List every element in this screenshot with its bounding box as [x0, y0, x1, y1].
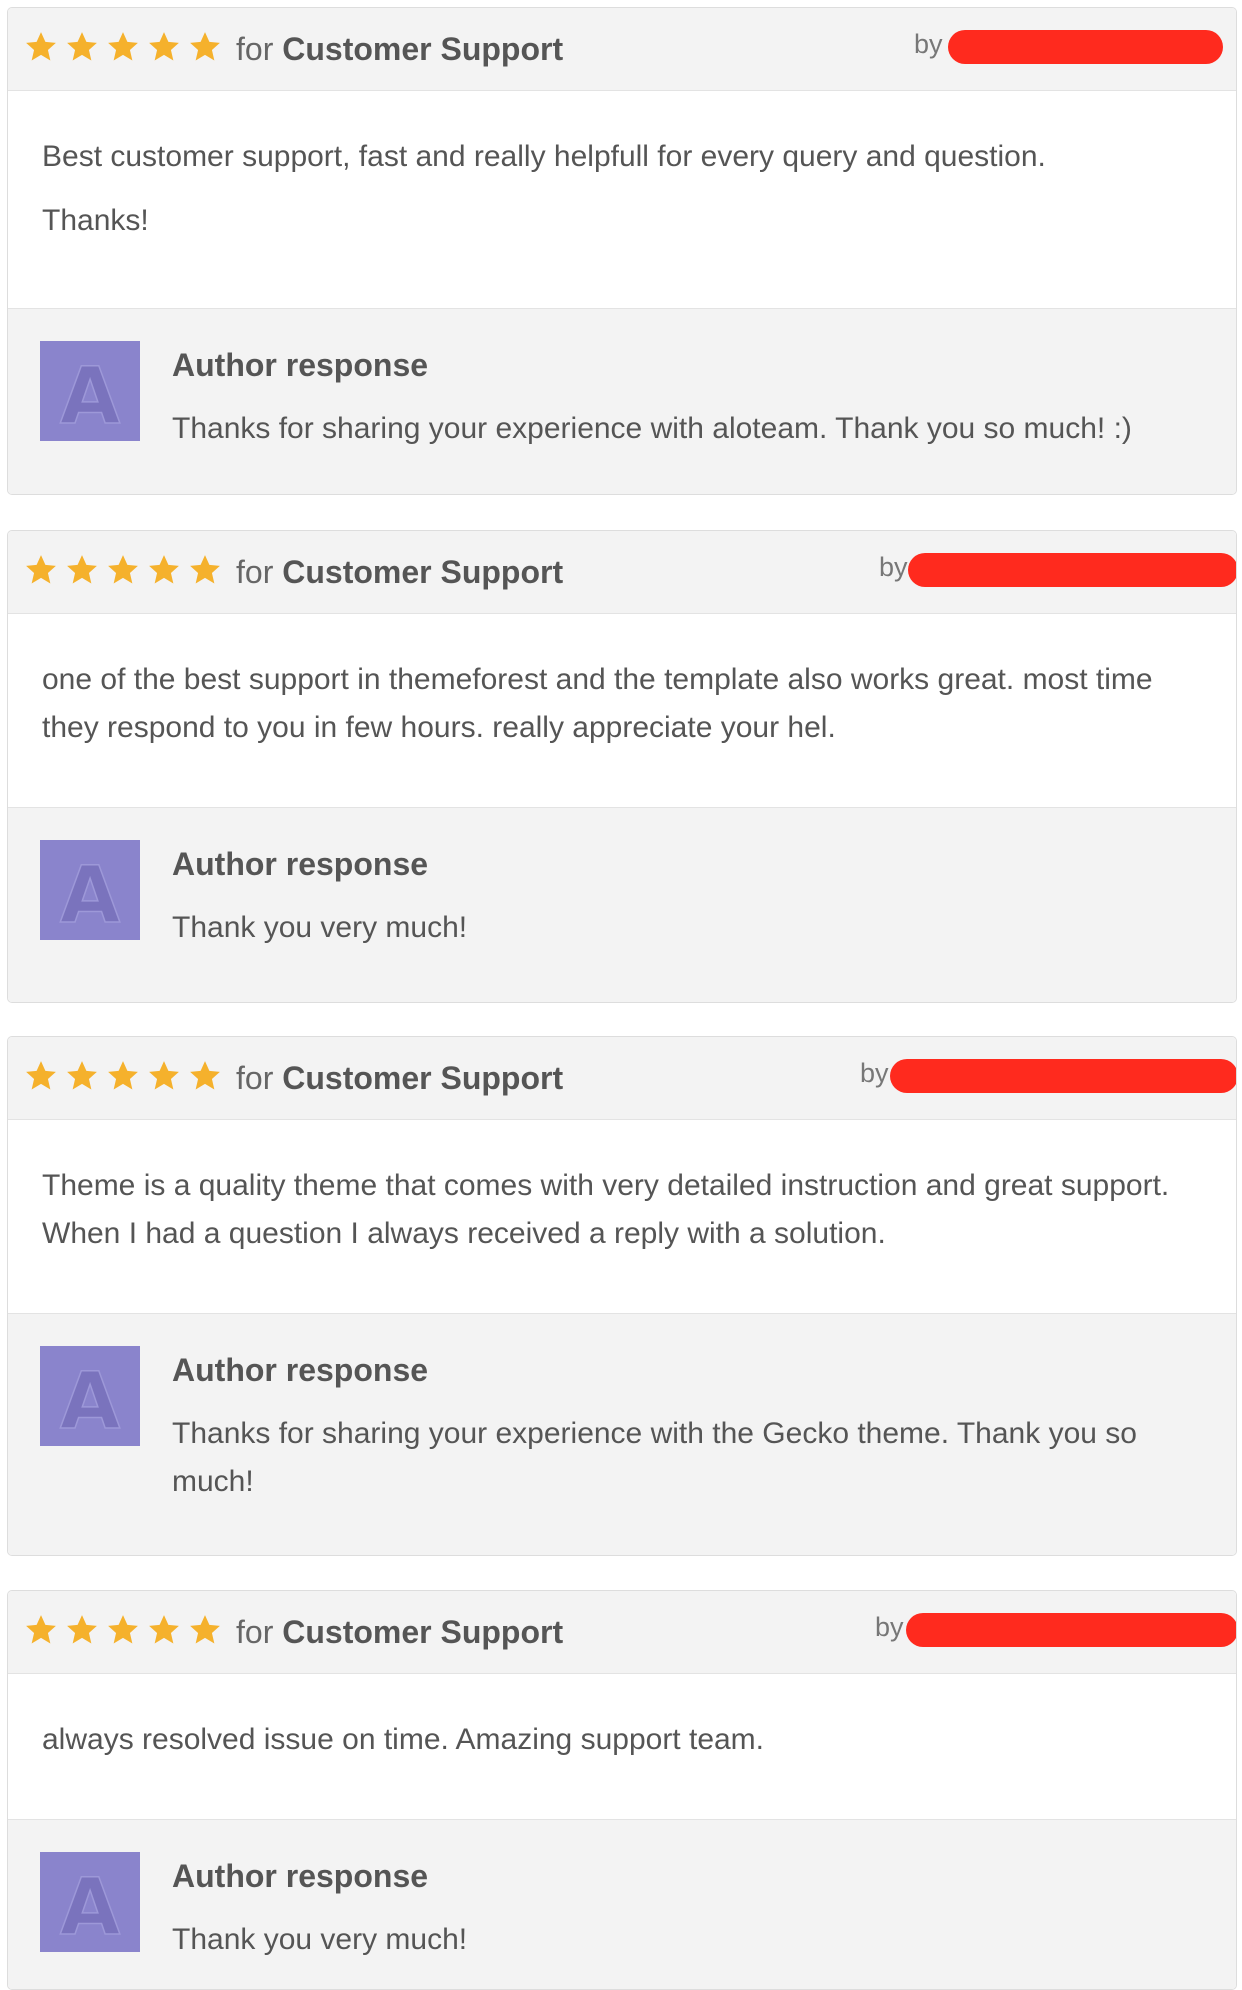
- redacted-username: [908, 553, 1236, 587]
- response-text: Thanks for sharing your experience with …: [172, 1417, 1137, 1498]
- by-label: by: [875, 1612, 904, 1642]
- by-label: by: [879, 552, 908, 582]
- category-label: Customer Support: [282, 31, 564, 67]
- response-text: Thank you very much!: [172, 1923, 468, 1956]
- star-icon: [106, 1059, 140, 1093]
- avatar-letter: A: [60, 352, 120, 441]
- for-prefix: for: [236, 31, 274, 67]
- for-prefix: for: [236, 1614, 274, 1650]
- star-icon: [65, 30, 99, 64]
- category-label: Customer Support: [282, 1614, 564, 1650]
- response-title: Author response: [172, 347, 429, 383]
- review-card: for Customer Support by always resolved …: [7, 1590, 1237, 1990]
- star-icon: [106, 1613, 140, 1647]
- star-icon: [188, 1613, 222, 1647]
- by-label: by: [914, 29, 943, 59]
- author-avatar: A: [40, 840, 140, 940]
- category-label: Customer Support: [282, 1060, 564, 1096]
- response-text: Thanks for sharing your experience with …: [172, 412, 1132, 445]
- star-icon: [24, 1059, 58, 1093]
- review-card: for Customer Support by Theme is a quali…: [7, 1036, 1237, 1556]
- review-text: one of the best support in themeforest a…: [42, 663, 1153, 744]
- star-rating: [24, 1059, 222, 1093]
- star-rating: [24, 553, 222, 587]
- author-avatar: A: [40, 341, 140, 441]
- review-body: always resolved issue on time. Amazing s…: [8, 1674, 1236, 1820]
- star-icon: [65, 1059, 99, 1093]
- redacted-username: [906, 1613, 1236, 1647]
- review-card: for Customer Support by Best customer su…: [7, 7, 1237, 495]
- review-category: for Customer Support: [236, 1612, 563, 1652]
- star-icon: [24, 30, 58, 64]
- avatar-letter: A: [60, 1863, 120, 1952]
- response-title: Author response: [172, 846, 429, 882]
- review-text: Best customer support, fast and really h…: [42, 140, 1046, 173]
- for-prefix: for: [236, 1060, 274, 1096]
- star-icon: [65, 553, 99, 587]
- review-category: for Customer Support: [236, 1058, 563, 1098]
- star-icon: [106, 30, 140, 64]
- review-card: for Customer Support by one of the best …: [7, 530, 1237, 1003]
- author-response: A Author response Thanks for sharing you…: [8, 309, 1236, 494]
- author-response: A Author response Thank you very much!: [8, 808, 1236, 1002]
- category-label: Customer Support: [282, 554, 564, 590]
- author-response: A Author response Thank you very much!: [8, 1820, 1236, 1989]
- response-title: Author response: [172, 1858, 429, 1894]
- review-header: for Customer Support by: [8, 1037, 1236, 1120]
- review-category: for Customer Support: [236, 552, 563, 592]
- review-header: for Customer Support by: [8, 1591, 1236, 1674]
- review-body: Theme is a quality theme that comes with…: [8, 1120, 1236, 1314]
- star-icon: [188, 1059, 222, 1093]
- author-response: A Author response Thanks for sharing you…: [8, 1314, 1236, 1555]
- star-icon: [65, 1613, 99, 1647]
- response-title: Author response: [172, 1352, 429, 1388]
- review-text: Theme is a quality theme that comes with…: [42, 1169, 1170, 1250]
- star-rating: [24, 30, 222, 64]
- star-icon: [147, 1613, 181, 1647]
- review-text: always resolved issue on time. Amazing s…: [42, 1723, 765, 1756]
- author-avatar: A: [40, 1346, 140, 1446]
- star-icon: [24, 553, 58, 587]
- by-label: by: [860, 1058, 889, 1088]
- review-header: for Customer Support by: [8, 8, 1236, 91]
- star-icon: [147, 1059, 181, 1093]
- star-icon: [188, 30, 222, 64]
- review-body: Best customer support, fast and really h…: [8, 91, 1236, 309]
- for-prefix: for: [236, 554, 274, 590]
- review-text-extra: Thanks!: [42, 204, 149, 237]
- review-header: for Customer Support by: [8, 531, 1236, 614]
- redacted-username: [948, 30, 1223, 64]
- star-icon: [188, 553, 222, 587]
- star-icon: [24, 1613, 58, 1647]
- review-body: one of the best support in themeforest a…: [8, 614, 1236, 808]
- review-category: for Customer Support: [236, 29, 563, 69]
- star-icon: [147, 553, 181, 587]
- response-text: Thank you very much!: [172, 911, 468, 944]
- author-avatar: A: [40, 1852, 140, 1952]
- star-icon: [147, 30, 181, 64]
- redacted-username: [890, 1059, 1236, 1093]
- star-rating: [24, 1613, 222, 1647]
- avatar-letter: A: [60, 851, 120, 940]
- avatar-letter: A: [60, 1357, 120, 1446]
- star-icon: [106, 553, 140, 587]
